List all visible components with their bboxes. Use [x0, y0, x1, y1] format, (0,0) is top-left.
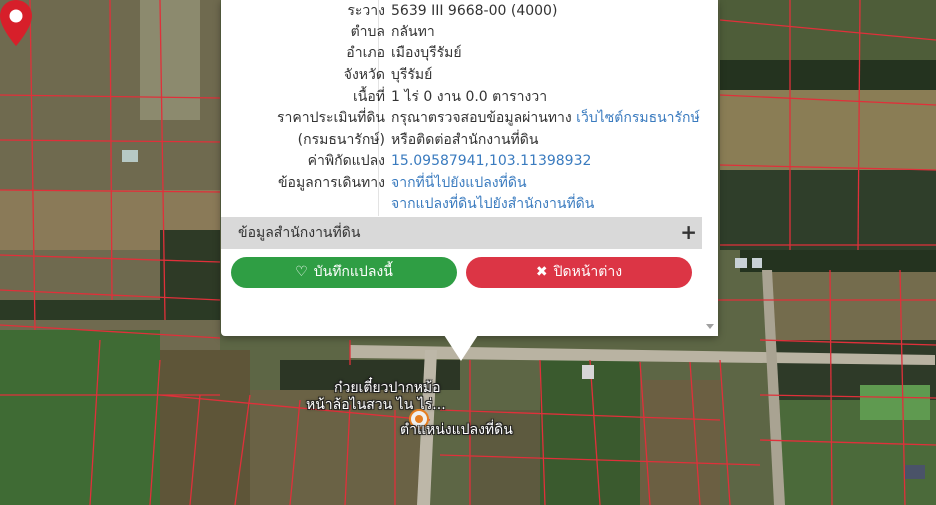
- section-title: ข้อมูลสำนักงานที่ดิน: [238, 225, 361, 241]
- scroll-down-arrow-icon[interactable]: [706, 324, 714, 329]
- info-row-directions: ข้อมูลการเดินทาง จากที่นี่ไปยังแปลงที่ดิ…: [221, 172, 702, 194]
- save-parcel-button[interactable]: ♡ บันทึกแปลงนี้: [231, 257, 457, 288]
- info-row-directions-2: จากแปลงที่ดินไปยังสำนักงานที่ดิน: [221, 193, 702, 215]
- info-key: (กรมธนารักษ์): [297, 132, 385, 148]
- close-icon: ✖: [535, 264, 548, 280]
- info-key: ราคาประเมินที่ดิน: [276, 110, 385, 126]
- land-office-section-toggle[interactable]: ข้อมูลสำนักงานที่ดิน +: [221, 217, 702, 249]
- close-window-label: ปิดหน้าต่าง: [553, 264, 623, 280]
- directions-to-land-office-link[interactable]: จากแปลงที่ดินไปยังสำนักงานที่ดิน: [391, 193, 594, 215]
- marker-label: ตำแหน่งแปลงที่ดิน: [400, 422, 513, 438]
- info-row-treasury: (กรมธนารักษ์) หรือติดต่อสำนักงานที่ดิน: [221, 129, 702, 151]
- info-value: หรือติดต่อสำนักงานที่ดิน: [391, 132, 539, 148]
- appraisal-note: กรุณาตรวจสอบข้อมูลผ่านทาง: [391, 110, 572, 126]
- close-window-button[interactable]: ✖ ปิดหน้าต่าง: [466, 257, 692, 288]
- info-row-district: อำเภอ เมืองบุรีรัมย์: [221, 42, 702, 64]
- info-key: เนื้อที่: [353, 89, 385, 105]
- plus-icon[interactable]: +: [680, 217, 697, 247]
- treasury-website-link[interactable]: เว็บไซต์กรมธนารักษ์: [576, 110, 700, 126]
- heart-icon: ♡: [295, 264, 308, 280]
- info-value: 5639 III 9668-00 (4000): [391, 3, 558, 19]
- info-row-coordinates: ค่าพิกัดแปลง 15.09587941,103.11398932: [221, 150, 702, 172]
- map-pin-icon[interactable]: [0, 0, 32, 46]
- popup-pointer: [444, 335, 478, 361]
- directions-to-parcel-link[interactable]: จากที่นี่ไปยังแปลงที่ดิน: [391, 172, 527, 194]
- info-row-area: เนื้อที่ 1 ไร่ 0 งาน 0.0 ตารางวา: [221, 86, 702, 108]
- info-row-province: จังหวัด บุรีรัมย์: [221, 64, 702, 86]
- info-key: ค่าพิกัดแปลง: [307, 153, 385, 169]
- parcel-info-popup: ระวาง 5639 III 9668-00 (4000) ตำบล กลันท…: [221, 0, 718, 336]
- coordinates-link[interactable]: 15.09587941,103.11398932: [391, 150, 591, 172]
- info-value: กลันทา: [391, 24, 435, 40]
- info-key: จังหวัด: [343, 67, 385, 83]
- info-value: เมืองบุรีรัมย์: [391, 45, 462, 61]
- info-key: ตำบล: [350, 24, 385, 40]
- info-value: กรุณาตรวจสอบข้อมูลผ่านทาง เว็บไซต์กรมธนา…: [391, 107, 700, 129]
- info-key: ระวาง: [347, 3, 385, 19]
- popup-scrollbar[interactable]: [702, 0, 718, 336]
- info-row-appraisal-price: ราคาประเมินที่ดิน กรุณาตรวจสอบข้อมูลผ่าน…: [221, 107, 702, 129]
- info-value: บุรีรัมย์: [391, 67, 433, 83]
- info-key: ข้อมูลการเดินทาง: [277, 175, 385, 191]
- info-row-subdistrict: ตำบล กลันทา: [221, 21, 702, 43]
- info-value: 1 ไร่ 0 งาน 0.0 ตารางวา: [391, 89, 548, 105]
- info-row-map-sheet: ระวาง 5639 III 9668-00 (4000): [221, 0, 702, 22]
- save-parcel-label: บันทึกแปลงนี้: [313, 264, 393, 280]
- info-key: อำเภอ: [346, 45, 385, 61]
